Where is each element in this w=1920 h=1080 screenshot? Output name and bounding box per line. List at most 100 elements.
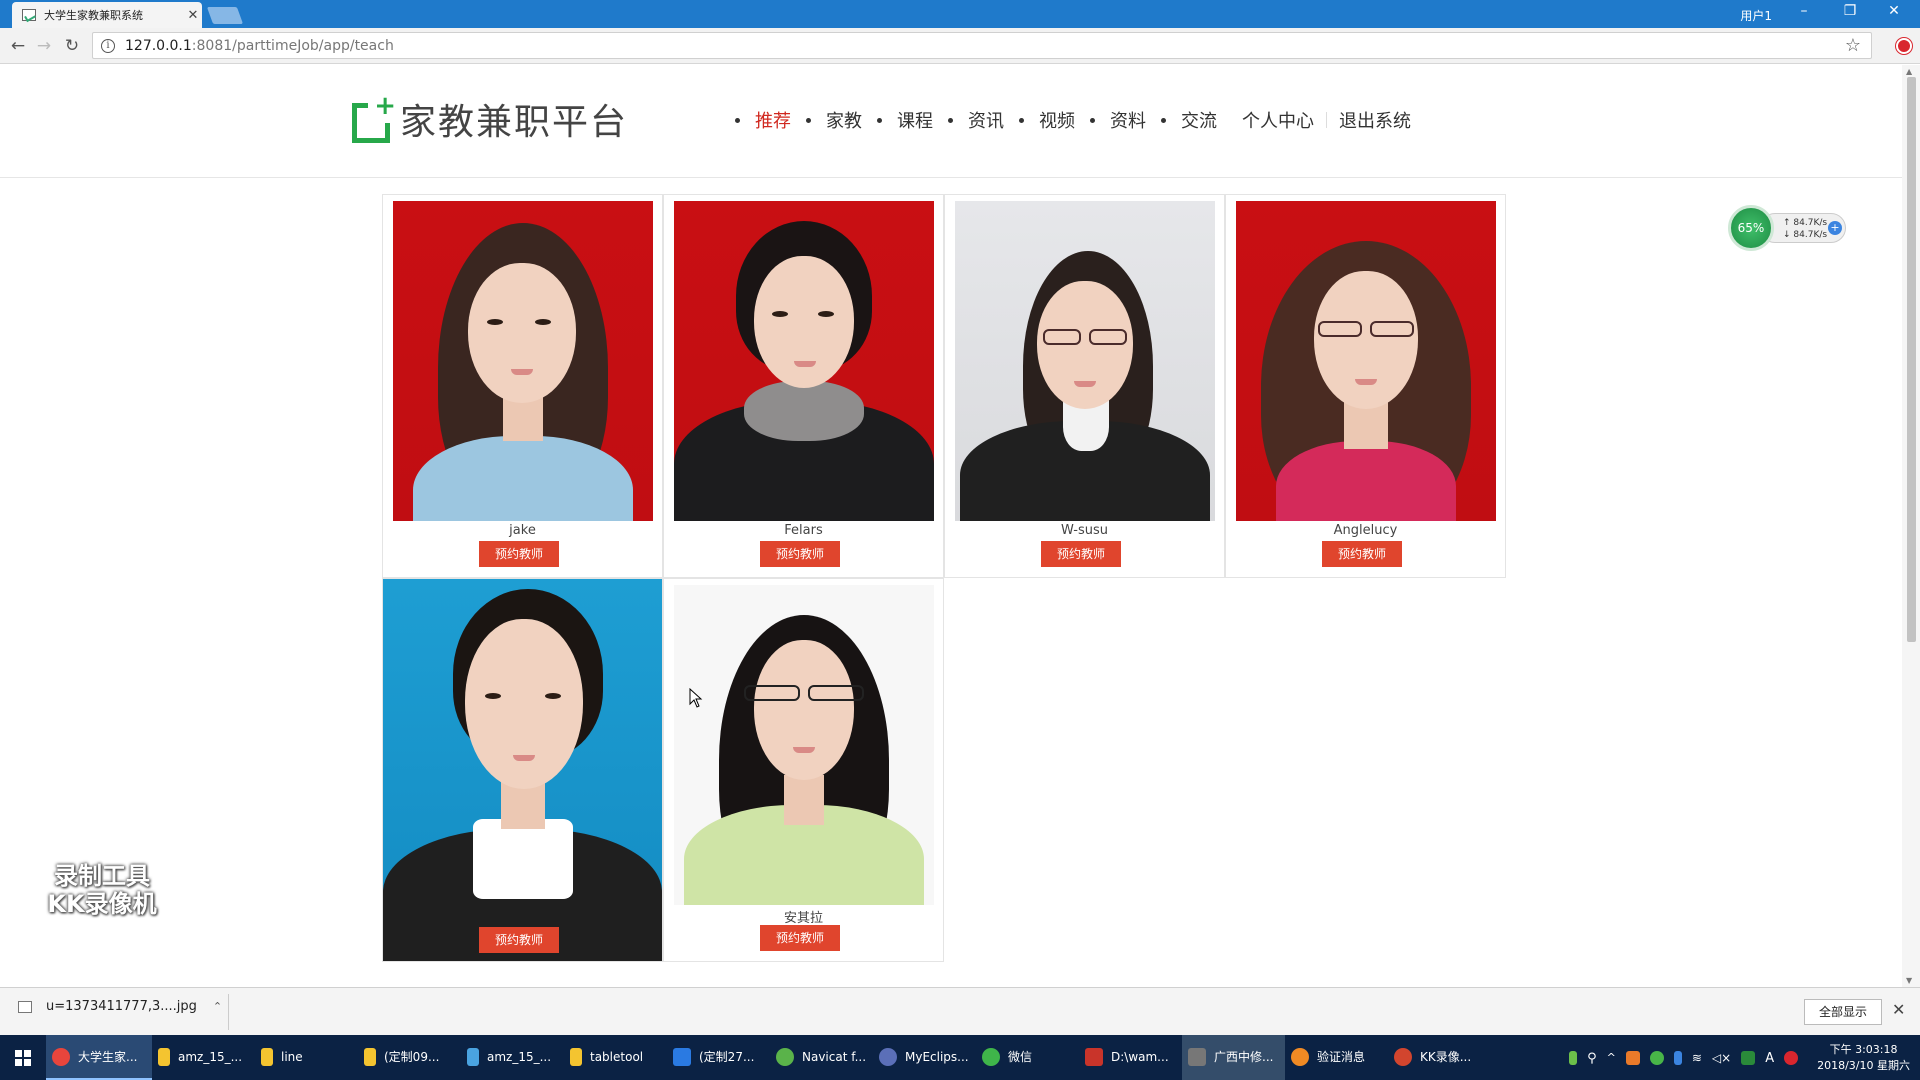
taskbar-item[interactable]: MyEclips...: [873, 1035, 976, 1080]
kk-recorder-icon: [1394, 1047, 1412, 1066]
scroll-down-icon[interactable]: ▼: [1906, 976, 1912, 985]
taskbar-item[interactable]: amz_15_...: [461, 1035, 564, 1080]
taskbar-item[interactable]: KK录像...: [1388, 1035, 1491, 1080]
taskbar-item[interactable]: Navicat f...: [770, 1035, 873, 1080]
start-button[interactable]: [0, 1035, 46, 1080]
book-teacher-button[interactable]: 预约教师: [760, 925, 840, 951]
watermark-line1: 录制工具: [54, 862, 150, 890]
taskbar-label: amz_15_...: [178, 1049, 243, 1064]
taskbar-item[interactable]: line: [255, 1035, 358, 1080]
teacher-card[interactable]: Felars 预约教师: [663, 194, 944, 578]
battery-icon[interactable]: [1569, 1050, 1578, 1065]
new-tab-button[interactable]: [206, 7, 244, 24]
nav-item-news[interactable]: 资讯: [968, 107, 1004, 133]
nav-bullet: [806, 117, 811, 123]
teacher-photo[interactable]: [1236, 201, 1496, 521]
site-logo[interactable]: + 家教兼职平台: [350, 93, 628, 145]
reload-icon[interactable]: ↻: [60, 34, 84, 58]
address-bar: ← → ↻ i 127.0.0.1 :8081/parttimeJob/app/…: [0, 28, 1920, 64]
nav-item-exchange[interactable]: 交流: [1181, 107, 1217, 133]
downloads-bar: u=1373411777,3....jpg ⌃ 全部显示 ✕: [0, 987, 1920, 1035]
book-teacher-button[interactable]: 预约教师: [479, 927, 559, 953]
clock-date: 2018/3/10 星期六: [1817, 1058, 1910, 1072]
chevron-up-icon[interactable]: ^: [1607, 1051, 1616, 1065]
nav-item-profile[interactable]: 个人中心: [1242, 107, 1314, 133]
word-icon: [673, 1047, 691, 1066]
nav-bullet: [1090, 117, 1095, 123]
people-icon[interactable]: ⚲: [1587, 1051, 1597, 1066]
nav-item-tutoring[interactable]: 家教: [826, 107, 862, 133]
nav-item-videos[interactable]: 视频: [1039, 107, 1075, 133]
scrollbar-thumb[interactable]: [1907, 77, 1916, 642]
taskbar-item-browser[interactable]: 大学生家...: [46, 1035, 152, 1080]
message-icon: [1291, 1047, 1309, 1066]
nav-item-materials[interactable]: 资料: [1110, 107, 1146, 133]
teacher-photo[interactable]: [674, 201, 934, 521]
tray-app-icon[interactable]: [1741, 1050, 1756, 1065]
teacher-name: Felars: [784, 523, 823, 538]
downloads-close-icon[interactable]: ✕: [1892, 1000, 1905, 1019]
taskbar-item[interactable]: amz_15_...: [152, 1035, 255, 1080]
browser-user-label[interactable]: 用户1: [1740, 7, 1772, 24]
teacher-card[interactable]: Anglelucy 预约教师: [1225, 194, 1506, 578]
teacher-card[interactable]: W-susu 预约教师: [944, 194, 1225, 578]
extension-icon[interactable]: [1896, 38, 1912, 54]
volume-icon[interactable]: ◁×: [1712, 1051, 1731, 1065]
minimize-icon[interactable]: –: [1784, 3, 1824, 19]
teacher-card[interactable]: 预约教师: [382, 578, 663, 962]
network-speed-widget[interactable]: ↑ 84.7K/s ↓ 84.7K/s 65% +: [1720, 203, 1848, 253]
tray-app-icon[interactable]: [1784, 1050, 1799, 1065]
show-all-button[interactable]: 全部显示: [1804, 999, 1882, 1025]
site-info-icon[interactable]: i: [101, 38, 115, 53]
taskbar-item[interactable]: 微信: [976, 1035, 1079, 1080]
book-teacher-button[interactable]: 预约教师: [1041, 541, 1121, 567]
page-scrollbar[interactable]: ▲ ▼: [1902, 65, 1920, 987]
logo-mark-icon: +: [350, 93, 396, 145]
teacher-card[interactable]: jake 预约教师: [382, 194, 663, 578]
nav-item-courses[interactable]: 课程: [897, 107, 933, 133]
scroll-up-icon[interactable]: ▲: [1906, 67, 1912, 76]
teacher-name: 安其拉: [783, 911, 823, 926]
book-teacher-button[interactable]: 预约教师: [760, 541, 840, 567]
nav-gap: [1229, 112, 1230, 128]
bluetooth-icon[interactable]: [1673, 1050, 1682, 1065]
taskbar-label: tabletool: [590, 1049, 644, 1064]
forward-icon[interactable]: →: [32, 34, 56, 58]
taskbar-item[interactable]: tabletool: [564, 1035, 667, 1080]
nav-item-recommend[interactable]: 推荐: [755, 107, 791, 133]
teacher-photo[interactable]: [383, 579, 662, 961]
widget-plus-icon[interactable]: +: [1828, 221, 1842, 235]
book-teacher-button[interactable]: 预约教师: [1322, 541, 1402, 567]
chevron-up-icon[interactable]: ⌃: [213, 1000, 222, 1013]
teacher-photo[interactable]: [674, 585, 934, 905]
book-teacher-button[interactable]: 预约教师: [479, 541, 559, 567]
browser-tab[interactable]: 大学生家教兼职系统 ✕: [12, 2, 202, 28]
tray-app-icon[interactable]: [1625, 1050, 1640, 1065]
bookmark-star-icon[interactable]: ☆: [1845, 35, 1861, 56]
back-icon[interactable]: ←: [6, 34, 30, 58]
clock[interactable]: 下午 3:03:18 2018/3/10 星期六: [1817, 1042, 1910, 1074]
downloads-divider: [228, 994, 229, 1030]
taskbar-item[interactable]: (定制09...: [358, 1035, 461, 1080]
taskbar-item[interactable]: (定制27...: [667, 1035, 770, 1080]
taskbar-item[interactable]: D:\wam...: [1079, 1035, 1182, 1080]
app-icon: [1085, 1047, 1103, 1066]
close-window-icon[interactable]: ✕: [1874, 3, 1914, 19]
image-file-icon: [18, 1000, 32, 1013]
taskbar-item[interactable]: 验证消息: [1285, 1035, 1388, 1080]
nav-item-logout[interactable]: 退出系统: [1339, 107, 1411, 133]
ime-indicator[interactable]: A: [1765, 1051, 1774, 1066]
folder-icon: [158, 1047, 170, 1066]
taskbar-label: 微信: [1008, 1050, 1033, 1064]
wifi-icon[interactable]: ≋: [1692, 1051, 1702, 1065]
teacher-photo[interactable]: [955, 201, 1215, 521]
download-item[interactable]: u=1373411777,3....jpg ⌃: [18, 999, 222, 1014]
url-input[interactable]: i 127.0.0.1 :8081/parttimeJob/app/teach …: [92, 32, 1872, 59]
tray-app-icon[interactable]: [1649, 1050, 1664, 1065]
teacher-card[interactable]: 安其拉 预约教师: [663, 578, 944, 962]
tab-close-icon[interactable]: ✕: [184, 8, 202, 23]
taskbar-item[interactable]: 广西中修...: [1182, 1035, 1285, 1080]
nav-bullet: [948, 117, 953, 123]
teacher-photo[interactable]: [393, 201, 653, 521]
restore-icon[interactable]: ❐: [1830, 3, 1870, 19]
